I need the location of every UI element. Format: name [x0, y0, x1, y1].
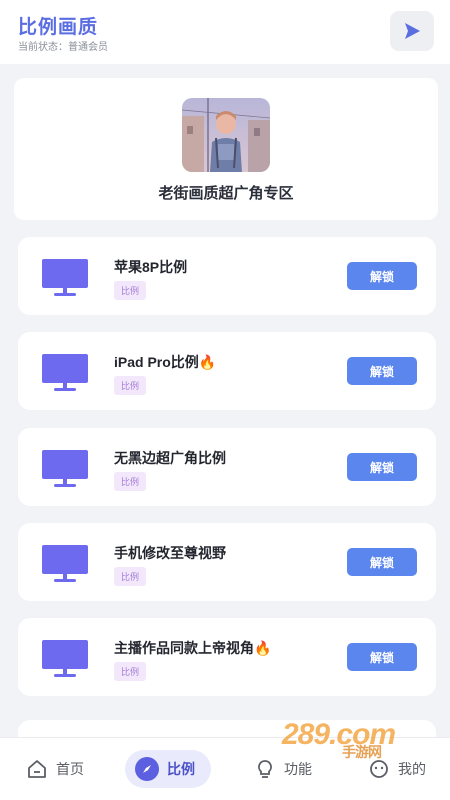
- hero-title: 老街画质超广角专区: [158, 185, 294, 202]
- ratio-tag: 比例: [114, 472, 147, 491]
- unlock-button[interactable]: 解锁: [347, 548, 417, 576]
- card-label: 手机修改至尊视野: [114, 545, 226, 561]
- card-label: 苹果8P比例: [114, 259, 188, 275]
- play-button[interactable]: [390, 11, 434, 51]
- tab-features[interactable]: 功能: [254, 750, 312, 788]
- ratio-tag: 比例: [114, 376, 147, 395]
- card-label: 主播作品同款上帝视角🔥: [114, 638, 271, 658]
- monitor-icon: [42, 259, 88, 296]
- ratio-card-god-view[interactable]: 主播作品同款上帝视角🔥 比例 解锁: [18, 618, 436, 696]
- hero-banner[interactable]: 老街画质超广角专区: [14, 78, 438, 220]
- fire-icon: 🔥: [254, 640, 272, 656]
- lightbulb-icon: [258, 760, 272, 778]
- watermark-logo: 289.com 手游网: [282, 718, 396, 760]
- ratio-tag: 比例: [114, 662, 147, 681]
- watermark-subtitle: 手游网: [342, 744, 382, 760]
- card-label: 无黑边超广角比例: [114, 450, 226, 466]
- tab-features-label: 功能: [284, 761, 312, 777]
- tab-home-label: 首页: [56, 761, 84, 777]
- ratio-tag: 比例: [114, 281, 147, 300]
- unlock-button[interactable]: 解锁: [347, 453, 417, 481]
- monitor-icon: [42, 640, 88, 677]
- ratio-card-iphone8p[interactable]: 苹果8P比例 比例 解锁: [18, 237, 436, 315]
- fire-icon: 🔥: [198, 354, 217, 370]
- tab-home[interactable]: 首页: [26, 750, 84, 788]
- unlock-button[interactable]: 解锁: [347, 262, 417, 290]
- tab-mine-label: 我的: [398, 761, 426, 777]
- monitor-icon: [42, 354, 88, 391]
- ratio-tag: 比例: [114, 567, 147, 586]
- unlock-button[interactable]: 解锁: [347, 643, 417, 671]
- ratio-card-no-black-border[interactable]: 无黑边超广角比例 比例 解锁: [18, 428, 436, 506]
- monitor-icon: [42, 545, 88, 582]
- ratio-card-supreme-view[interactable]: 手机修改至尊视野 比例 解锁: [18, 523, 436, 601]
- page-title: 比例画质: [18, 17, 99, 38]
- unlock-button[interactable]: 解锁: [347, 357, 417, 385]
- ratio-card-ipad-pro[interactable]: iPad Pro比例🔥 比例 解锁: [18, 332, 436, 410]
- play-icon: [405, 23, 420, 39]
- compass-icon: [135, 757, 159, 781]
- tab-ratio-label: 比例: [167, 761, 195, 777]
- membership-status: 当前状态：普通会员: [18, 42, 108, 53]
- card-label-text: iPad Pro比例: [114, 354, 199, 370]
- tab-ratio[interactable]: 比例: [125, 750, 211, 788]
- header: 比例画质 当前状态：普通会员: [0, 0, 450, 64]
- home-icon: [28, 760, 46, 778]
- card-label: iPad Pro比例🔥: [114, 352, 216, 372]
- monitor-icon: [42, 450, 88, 487]
- hero-image: [182, 98, 270, 172]
- card-label-text: 主播作品同款上帝视角: [114, 640, 254, 656]
